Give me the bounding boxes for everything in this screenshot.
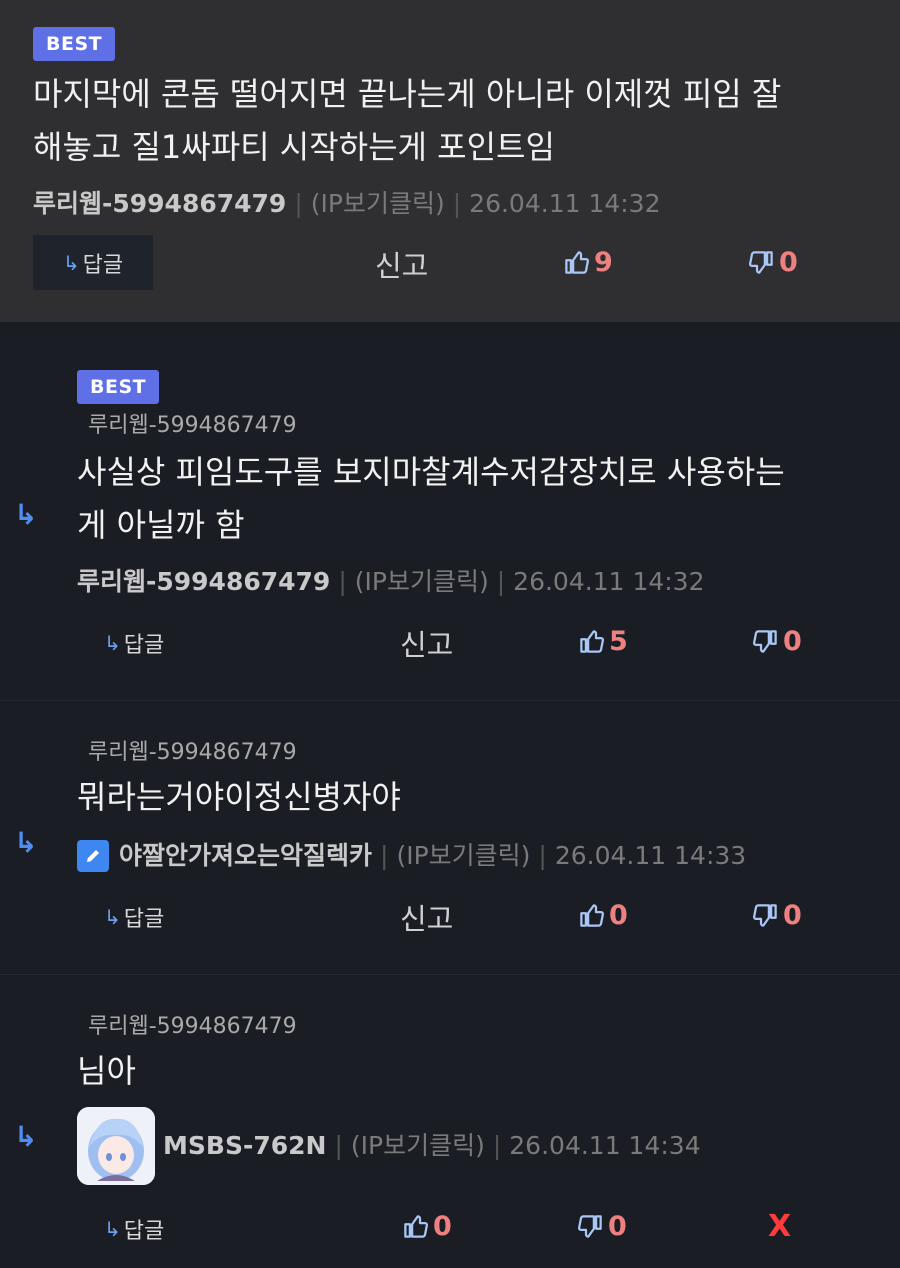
reply-label: 답글 bbox=[82, 252, 124, 278]
reply-arrow-icon: ↳ bbox=[62, 250, 80, 275]
author-name[interactable]: 야짤안가져오는악질렉카 bbox=[119, 836, 372, 876]
reply-comment: ↳ 루리웹-5994867479 님아 MSBS-762N | (IP보기클릭)… bbox=[0, 974, 900, 1268]
upvote-button[interactable]: 0 bbox=[402, 1211, 452, 1242]
thumbs-up-icon bbox=[580, 904, 605, 927]
best-badge: BEST bbox=[77, 370, 160, 404]
reply-label: 답글 bbox=[123, 633, 165, 658]
comment-date: 26.04.11 14:32 bbox=[513, 567, 705, 596]
thumbs-down-icon bbox=[752, 630, 777, 653]
meta-separator: | bbox=[334, 1131, 343, 1160]
upvote-count: 0 bbox=[433, 1211, 452, 1242]
ip-view-link[interactable]: (IP보기클릭) bbox=[311, 184, 445, 224]
downvote-count: 0 bbox=[608, 1211, 627, 1242]
upvote-button[interactable]: 9 bbox=[563, 247, 613, 278]
upvote-count: 9 bbox=[594, 247, 613, 278]
reply-arrow-icon: ↳ bbox=[104, 631, 121, 655]
thumbs-up-icon bbox=[580, 630, 605, 653]
downvote-count: 0 bbox=[783, 626, 802, 657]
reply-button[interactable]: ↳ 답글 bbox=[104, 627, 164, 659]
reply-arrow-icon: ↳ bbox=[14, 1120, 38, 1153]
thumbs-down-icon bbox=[577, 1215, 602, 1238]
reply-label: 답글 bbox=[123, 907, 165, 932]
pencil-icon bbox=[77, 840, 109, 872]
reply-target-user[interactable]: 루리웹-5994867479 bbox=[88, 1013, 297, 1041]
downvote-count: 0 bbox=[779, 247, 798, 278]
meta-separator: | bbox=[338, 567, 347, 596]
meta-separator: | bbox=[538, 841, 547, 870]
reply-arrow-icon: ↳ bbox=[14, 498, 38, 531]
meta-separator: | bbox=[492, 1131, 502, 1160]
downvote-button[interactable]: 0 bbox=[752, 626, 802, 657]
reply-target-user[interactable]: 루리웹-5994867479 bbox=[88, 739, 297, 767]
downvote-count: 0 bbox=[783, 900, 802, 931]
reply-arrow-icon: ↳ bbox=[14, 826, 38, 859]
comment-text: 사실상 피임도구를 보지마찰계수저감장치로 사용하는 게 아닐까 함 bbox=[77, 453, 785, 544]
upvote-button[interactable]: 5 bbox=[578, 626, 628, 657]
comment-text: 뭐라는거야이정신병자야 bbox=[77, 778, 401, 816]
meta-separator: | bbox=[452, 189, 462, 218]
author-name[interactable]: 루리웹-5994867479 bbox=[33, 184, 286, 224]
meta-separator: | bbox=[496, 567, 506, 596]
downvote-button[interactable]: 0 bbox=[577, 1211, 627, 1242]
report-button[interactable]: 신고 bbox=[400, 622, 453, 664]
comment-meta: MSBS-762N | (IP보기클릭) | 26.04.11 14:34 bbox=[163, 1126, 701, 1166]
upvote-count: 5 bbox=[609, 626, 628, 657]
author-name[interactable]: MSBS-762N bbox=[163, 1126, 326, 1166]
thumbs-up-icon bbox=[404, 1215, 429, 1238]
reply-button[interactable]: ↳ 답글 bbox=[33, 235, 153, 290]
reply-comment: ↳ BEST 루리웹-5994867479 사실상 피임도구를 보지마찰계수저감… bbox=[0, 322, 900, 700]
comment-date: 26.04.11 14:34 bbox=[509, 1131, 701, 1160]
reply-label: 답글 bbox=[123, 1219, 165, 1244]
author-name[interactable]: 루리웹-5994867479 bbox=[77, 562, 330, 602]
downvote-button[interactable]: 0 bbox=[748, 247, 798, 278]
reply-button[interactable]: ↳ 답글 bbox=[104, 1213, 164, 1245]
comment-meta: 야짤안가져오는악질렉카 | (IP보기클릭) | 26.04.11 14:33 bbox=[77, 836, 746, 876]
best-badge: BEST bbox=[33, 27, 116, 61]
reply-target-user[interactable]: 루리웹-5994867479 bbox=[88, 412, 297, 440]
meta-separator: | bbox=[294, 189, 303, 218]
reply-comment: ↳ 루리웹-5994867479 뭐라는거야이정신병자야 야짤안가져오는악질렉카… bbox=[0, 700, 900, 974]
reply-button[interactable]: ↳ 답글 bbox=[104, 901, 164, 933]
thumbs-down-icon bbox=[748, 251, 773, 274]
comment-text: 마지막에 콘돔 떨어지면 끝나는게 아니라 이제껏 피임 잘 해놓고 질1싸파티… bbox=[33, 75, 782, 166]
upvote-button[interactable]: 0 bbox=[578, 900, 628, 931]
delete-button[interactable]: X bbox=[768, 1209, 791, 1244]
best-comment: BEST 마지막에 콘돔 떨어지면 끝나는게 아니라 이제껏 피임 잘 해놓고 … bbox=[0, 0, 900, 322]
comment-text: 님아 bbox=[77, 1052, 136, 1090]
avatar[interactable] bbox=[77, 1107, 155, 1185]
comment-meta: 루리웹-5994867479 | (IP보기클릭) | 26.04.11 14:… bbox=[77, 562, 705, 602]
thumbs-down-icon bbox=[752, 904, 777, 927]
comment-date: 26.04.11 14:32 bbox=[469, 189, 661, 218]
ip-view-link[interactable]: (IP보기클릭) bbox=[351, 1126, 485, 1166]
report-button[interactable]: 신고 bbox=[400, 896, 453, 938]
comment-meta: 루리웹-5994867479 | (IP보기클릭) | 26.04.11 14:… bbox=[33, 184, 661, 224]
meta-separator: | bbox=[380, 841, 389, 870]
report-button[interactable]: 신고 bbox=[375, 243, 428, 285]
reply-arrow-icon: ↳ bbox=[104, 905, 121, 929]
downvote-button[interactable]: 0 bbox=[752, 900, 802, 931]
ip-view-link[interactable]: (IP보기클릭) bbox=[396, 836, 530, 876]
ip-view-link[interactable]: (IP보기클릭) bbox=[355, 562, 489, 602]
thumbs-up-icon bbox=[565, 251, 590, 274]
reply-arrow-icon: ↳ bbox=[104, 1217, 121, 1241]
comment-date: 26.04.11 14:33 bbox=[554, 841, 747, 870]
upvote-count: 0 bbox=[609, 900, 628, 931]
